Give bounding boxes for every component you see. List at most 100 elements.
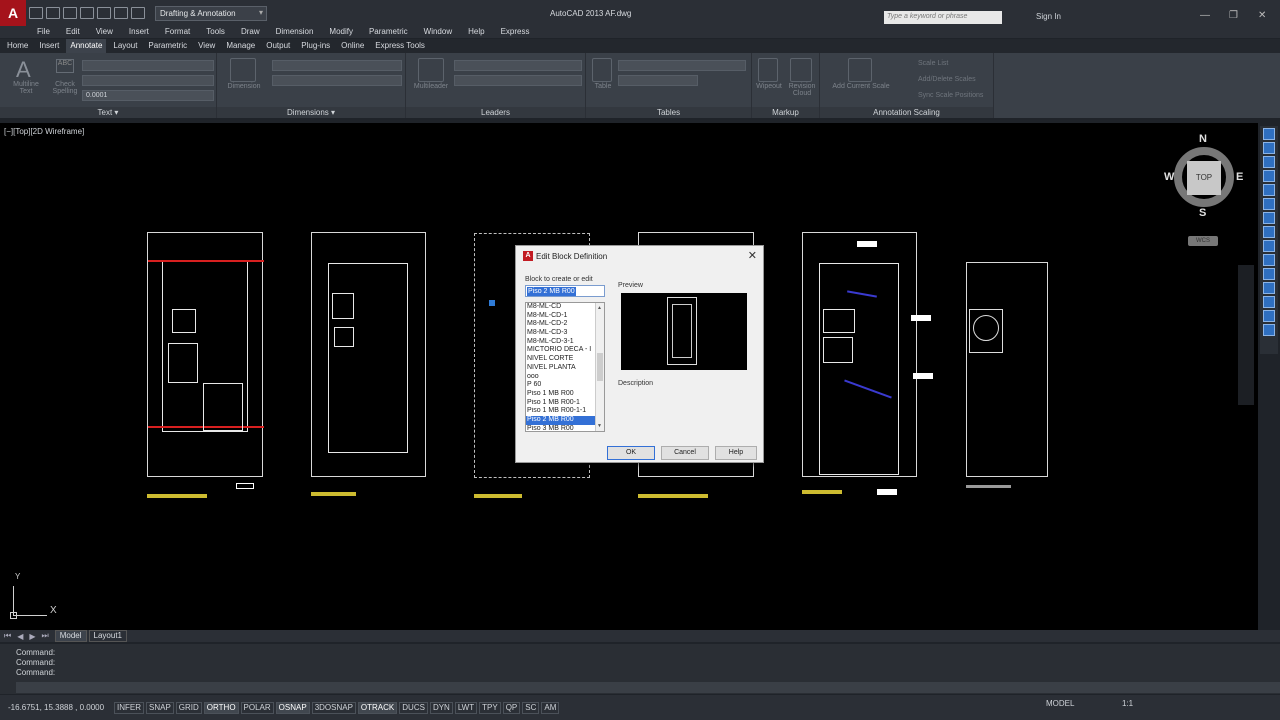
table-tools-row[interactable]	[618, 75, 698, 86]
nav-tool-icon[interactable]	[1263, 282, 1275, 294]
next-tab-icon[interactable]: ▶	[29, 632, 35, 641]
dimension-style-select[interactable]	[272, 60, 402, 71]
save-icon[interactable]	[63, 7, 77, 19]
check-spelling-icon[interactable]: ABC	[56, 59, 74, 73]
search-input[interactable]: Type a keyword or phrase	[884, 11, 1002, 24]
dimension-tools-row[interactable]	[272, 75, 402, 86]
menu-modify[interactable]: Modify	[329, 26, 353, 38]
sign-in-button[interactable]: Sign In	[1036, 12, 1061, 21]
revision-cloud-label[interactable]: Revision Cloud	[785, 83, 819, 97]
nav-tool-icon[interactable]	[1263, 268, 1275, 280]
add-current-scale-icon[interactable]	[848, 58, 872, 82]
menu-view[interactable]: View	[96, 26, 113, 38]
open-file-icon[interactable]	[46, 7, 60, 19]
tab-view[interactable]: View	[194, 39, 219, 53]
block-name-value[interactable]: Piso 2 MB R00	[527, 287, 576, 296]
nav-tool-icon[interactable]	[1263, 226, 1275, 238]
block-list-item[interactable]: Piso 3 MB R00	[526, 425, 595, 431]
save-as-icon[interactable]	[80, 7, 94, 19]
grip[interactable]	[489, 300, 495, 306]
tab-online[interactable]: Online	[337, 39, 368, 53]
block-list-item[interactable]: MICTÓRIO DECA - I	[526, 346, 595, 355]
table-label[interactable]: Table	[588, 83, 618, 90]
tab-output[interactable]: Output	[262, 39, 294, 53]
block-list[interactable]: M8-ML-CD M8-ML-CD-1 M8-ML-CD-2 M8-ML-CD-3 M8…	[525, 302, 605, 432]
nav-tool-icon[interactable]	[1263, 324, 1275, 336]
tab-manage[interactable]: Manage	[222, 39, 259, 53]
revision-cloud-icon[interactable]	[790, 58, 812, 82]
tab-plug-ins[interactable]: Plug-ins	[297, 39, 334, 53]
block-list-item[interactable]: M8-ML-CD-3-1	[526, 338, 595, 347]
toggle-osnap[interactable]: OSNAP	[275, 701, 310, 714]
nav-tool-icon[interactable]	[1263, 142, 1275, 154]
tab-express-tools[interactable]: Express Tools	[371, 39, 429, 53]
scale-list-button[interactable]: Scale List	[918, 60, 948, 67]
toggle-grid[interactable]: GRID	[175, 701, 202, 714]
maximize-icon[interactable]: ❐	[1229, 10, 1238, 21]
close-icon[interactable]: ✕	[1258, 10, 1266, 21]
block-list-scrollbar[interactable]: ▲ ▼	[595, 303, 604, 431]
toggle-ortho[interactable]: ORTHO	[203, 701, 239, 714]
nav-tool-icon[interactable]	[1263, 198, 1275, 210]
scroll-down-icon[interactable]: ▼	[597, 423, 602, 429]
undo-icon[interactable]	[114, 7, 128, 19]
toggle-qp[interactable]: QP	[502, 701, 521, 714]
menu-tools[interactable]: Tools	[206, 26, 225, 38]
block-list-item[interactable]: Piso 1 MB R00-1-1	[526, 407, 595, 416]
wipeout-label[interactable]: Wipeout	[752, 83, 786, 90]
nav-tool-icon[interactable]	[1263, 156, 1275, 168]
compass-west[interactable]: W	[1164, 171, 1174, 183]
coordinate-readout[interactable]: -16.6751, 15.3888 , 0.0000	[8, 703, 114, 712]
tab-home[interactable]: Home	[3, 39, 32, 53]
compass-south[interactable]: S	[1199, 207, 1206, 219]
minimize-icon[interactable]: —	[1200, 10, 1210, 21]
wipeout-icon[interactable]	[758, 58, 778, 82]
block-list-item[interactable]: Piso 2 MB R00	[526, 415, 595, 425]
add-current-scale-label[interactable]: Add Current Scale	[826, 83, 896, 90]
tables-panel-title[interactable]: Tables	[586, 107, 751, 118]
prev-tab-icon[interactable]: ◀	[17, 632, 23, 641]
menu-parametric[interactable]: Parametric	[369, 26, 408, 38]
model-space-button[interactable]: MODEL	[1046, 699, 1074, 708]
check-spelling-label[interactable]: Check Spelling	[48, 81, 82, 95]
nav-tool-icon[interactable]	[1263, 240, 1275, 252]
command-input[interactable]	[16, 682, 1280, 693]
block-list-item[interactable]: M8-ML-CD	[526, 303, 595, 312]
tab-parametric[interactable]: Parametric	[144, 39, 191, 53]
markup-panel-title[interactable]: Markup	[752, 107, 819, 118]
dimensions-panel-title[interactable]: Dimensions ▾	[217, 107, 405, 118]
first-tab-icon[interactable]: ⏮	[4, 631, 11, 641]
leader-tools-row[interactable]	[454, 75, 582, 86]
toggle-polar[interactable]: POLAR	[240, 701, 274, 714]
block-list-item[interactable]: ooo	[526, 373, 595, 382]
compass-north[interactable]: N	[1199, 133, 1207, 145]
nav-tool-icon[interactable]	[1263, 128, 1275, 140]
annotation-scale[interactable]: 1:1	[1122, 699, 1133, 708]
wcs-menu[interactable]: WCS	[1188, 236, 1218, 246]
block-list-item[interactable]: Piso 1 MB R00-1	[526, 399, 595, 408]
nav-tool-icon[interactable]	[1263, 296, 1275, 308]
redo-icon[interactable]	[131, 7, 145, 19]
table-icon[interactable]	[592, 58, 612, 82]
add-delete-scales-button[interactable]: Add/Delete Scales	[918, 76, 976, 83]
toggle-snap[interactable]: SNAP	[146, 701, 174, 714]
help-button[interactable]: Help	[715, 446, 757, 460]
tab-layout1[interactable]: Layout1	[88, 630, 127, 642]
table-style-select[interactable]	[618, 60, 746, 71]
toggle-sc[interactable]: SC	[522, 701, 540, 714]
block-list-item[interactable]: Piso 1 MB R00	[526, 390, 595, 399]
menu-dimension[interactable]: Dimension	[276, 26, 314, 38]
scroll-thumb[interactable]	[597, 353, 603, 381]
toggle-tpy[interactable]: TPY	[479, 701, 501, 714]
toggle-dyn[interactable]: DYN	[429, 701, 453, 714]
menu-format[interactable]: Format	[165, 26, 190, 38]
cancel-button[interactable]: Cancel	[661, 446, 709, 460]
nav-tool-icon[interactable]	[1263, 212, 1275, 224]
toggle-3dosnap[interactable]: 3DOSNAP	[311, 701, 356, 714]
menu-express[interactable]: Express	[501, 26, 530, 38]
workspace-select[interactable]: Drafting & Annotation	[155, 5, 267, 21]
close-icon[interactable]: ✕	[748, 249, 757, 262]
dimension-label[interactable]: Dimension	[221, 83, 267, 90]
vertical-scrollbar[interactable]	[1238, 265, 1254, 405]
new-file-icon[interactable]	[29, 7, 43, 19]
